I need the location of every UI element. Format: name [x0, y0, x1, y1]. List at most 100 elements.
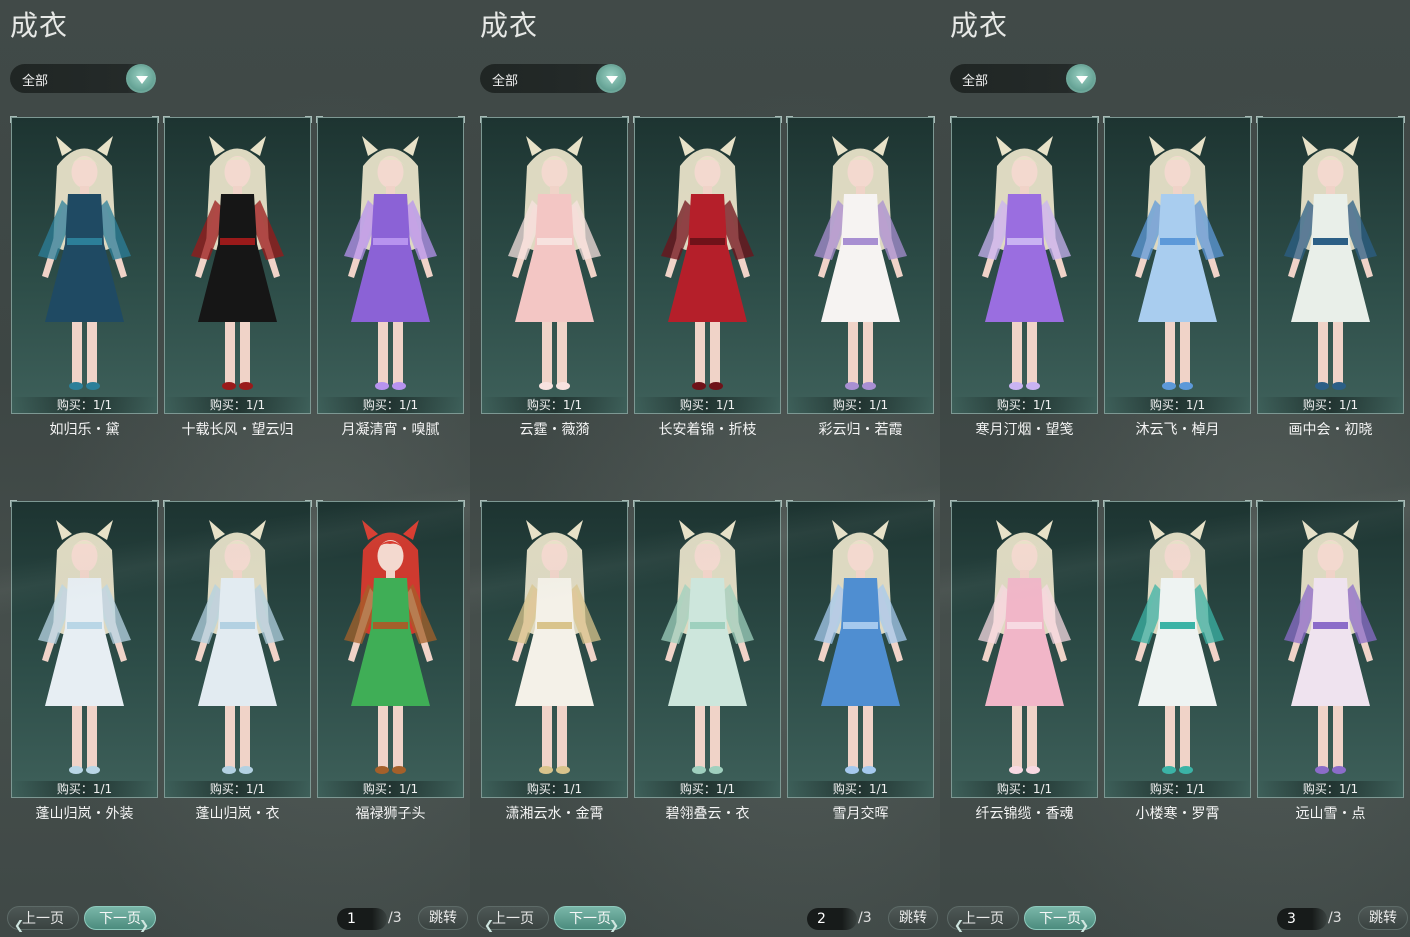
category-filter-dropdown[interactable]: 全部: [950, 64, 1096, 93]
purchase-count: 购买：1/1: [12, 781, 157, 797]
outfit-model: [508, 136, 601, 390]
outfit-card[interactable]: 购买：1/1: [786, 500, 935, 798]
panel-title: 成衣: [10, 9, 69, 42]
purchase-count: 购买：1/1: [12, 397, 157, 413]
prev-page-label: 上一页: [22, 911, 64, 927]
outfit-card[interactable]: 购买：1/1: [950, 116, 1099, 414]
next-page-label: 下一页: [1039, 911, 1081, 927]
category-filter-dropdown[interactable]: 全部: [480, 64, 626, 93]
chevron-left-icon: ❮: [14, 918, 25, 932]
outfit-model: [38, 520, 131, 774]
outfit-card[interactable]: 购买：1/1: [480, 116, 629, 414]
outfit-card[interactable]: 购买：1/1: [316, 116, 465, 414]
outfit-name: 彩云归・若霞: [818, 422, 903, 438]
outfit-model: [661, 136, 754, 390]
outfit-name: 月凝清宵・嗅腻: [341, 422, 440, 438]
purchase-count: 购买：1/1: [635, 781, 780, 797]
outfit-card[interactable]: 购买：1/1: [950, 500, 1099, 798]
prev-page-label: 上一页: [962, 911, 1004, 927]
outfit-name: 云霆・薇漪: [519, 422, 590, 438]
outfit-name: 沐云飞・棹月: [1135, 422, 1220, 438]
filter-label: 全部: [492, 74, 519, 89]
chevron-down-icon[interactable]: [126, 64, 156, 93]
filter-label: 全部: [962, 74, 989, 89]
chevron-left-icon: ❮: [484, 918, 495, 932]
purchase-count: 购买：1/1: [635, 397, 780, 413]
jump-button[interactable]: 跳转: [418, 906, 468, 930]
purchase-count: 购买：1/1: [1258, 397, 1403, 413]
outfit-model: [978, 136, 1071, 390]
outfit-card[interactable]: 购买：1/1: [633, 500, 782, 798]
page-total: /3: [388, 910, 402, 926]
chevron-down-icon[interactable]: [596, 64, 626, 93]
purchase-count: 购买：1/1: [318, 781, 463, 797]
outfit-name: 潇湘云水・金霄: [505, 806, 604, 822]
prev-page-button[interactable]: ❮ 上一页: [477, 906, 549, 932]
jump-button[interactable]: 跳转: [888, 906, 938, 930]
purchase-count: 购买：1/1: [788, 781, 933, 797]
outfit-name: 福禄狮子头: [355, 806, 426, 822]
outfit-model: [344, 520, 437, 774]
outfit-name: 如归乐・黛: [49, 422, 120, 438]
page-total: /3: [1328, 910, 1342, 926]
outfit-panel: 成衣 全部: [470, 0, 940, 937]
purchase-count: 购买：1/1: [165, 397, 310, 413]
outfit-card[interactable]: 购买：1/1: [633, 116, 782, 414]
page-number-input[interactable]: 2: [807, 908, 857, 930]
purchase-count: 购买：1/1: [318, 397, 463, 413]
outfit-card[interactable]: 购买：1/1: [316, 500, 465, 798]
chevron-right-icon: ❯: [608, 918, 619, 932]
outfit-model: [1284, 136, 1377, 390]
purchase-count: 购买：1/1: [1105, 397, 1250, 413]
outfit-card[interactable]: 购买：1/1: [1256, 116, 1405, 414]
outfit-name: 十载长风・望云归: [181, 422, 294, 438]
chevron-right-icon: ❯: [1078, 918, 1089, 932]
next-page-button[interactable]: 下一页 ❯: [1024, 906, 1096, 932]
page-number-input[interactable]: 1: [337, 908, 387, 930]
outfit-name: 蓬山归岚・衣: [195, 806, 280, 822]
outfit-model: [191, 136, 284, 390]
outfit-card[interactable]: 购买：1/1: [1103, 116, 1252, 414]
purchase-count: 购买：1/1: [165, 781, 310, 797]
outfit-model: [814, 520, 907, 774]
outfit-panel: 成衣 全部: [940, 0, 1410, 937]
prev-page-label: 上一页: [492, 911, 534, 927]
page-number-input[interactable]: 3: [1277, 908, 1327, 930]
outfit-model: [814, 136, 907, 390]
outfit-card[interactable]: 购买：1/1: [163, 116, 312, 414]
chevron-left-icon: ❮: [954, 918, 965, 932]
outfit-model: [1131, 520, 1224, 774]
category-filter-dropdown[interactable]: 全部: [10, 64, 156, 93]
next-page-button[interactable]: 下一页 ❯: [554, 906, 626, 932]
outfit-card[interactable]: 购买：1/1: [163, 500, 312, 798]
chevron-down-icon[interactable]: [1066, 64, 1096, 93]
outfit-name: 雪月交晖: [832, 806, 889, 822]
outfit-name: 画中会・初晓: [1288, 422, 1373, 438]
outfit-name: 碧翎叠云・衣: [665, 806, 750, 822]
prev-page-button[interactable]: ❮ 上一页: [7, 906, 79, 932]
next-page-button[interactable]: 下一页 ❯: [84, 906, 156, 932]
outfit-model: [344, 136, 437, 390]
purchase-count: 购买：1/1: [788, 397, 933, 413]
outfit-name: 寒月汀烟・望笺: [975, 422, 1074, 438]
outfit-card[interactable]: 购买：1/1: [786, 116, 935, 414]
outfit-name: 蓬山归岚・外装: [35, 806, 134, 822]
outfit-card[interactable]: 购买：1/1: [1256, 500, 1405, 798]
outfit-name: 远山雪・点: [1295, 806, 1366, 822]
outfit-name: 小楼寒・罗霄: [1135, 806, 1220, 822]
outfit-model: [38, 136, 131, 390]
outfit-card[interactable]: 购买：1/1: [480, 500, 629, 798]
outfit-model: [1131, 136, 1224, 390]
panel-title: 成衣: [480, 9, 539, 42]
page-total: /3: [858, 910, 872, 926]
purchase-count: 购买：1/1: [1258, 781, 1403, 797]
outfit-panel: 成衣 全部: [0, 0, 470, 937]
outfit-card[interactable]: 购买：1/1: [10, 116, 159, 414]
jump-button[interactable]: 跳转: [1358, 906, 1408, 930]
outfit-model: [978, 520, 1071, 774]
outfit-card[interactable]: 购买：1/1: [1103, 500, 1252, 798]
purchase-count: 购买：1/1: [482, 781, 627, 797]
purchase-count: 购买：1/1: [1105, 781, 1250, 797]
outfit-card[interactable]: 购买：1/1: [10, 500, 159, 798]
prev-page-button[interactable]: ❮ 上一页: [947, 906, 1019, 932]
